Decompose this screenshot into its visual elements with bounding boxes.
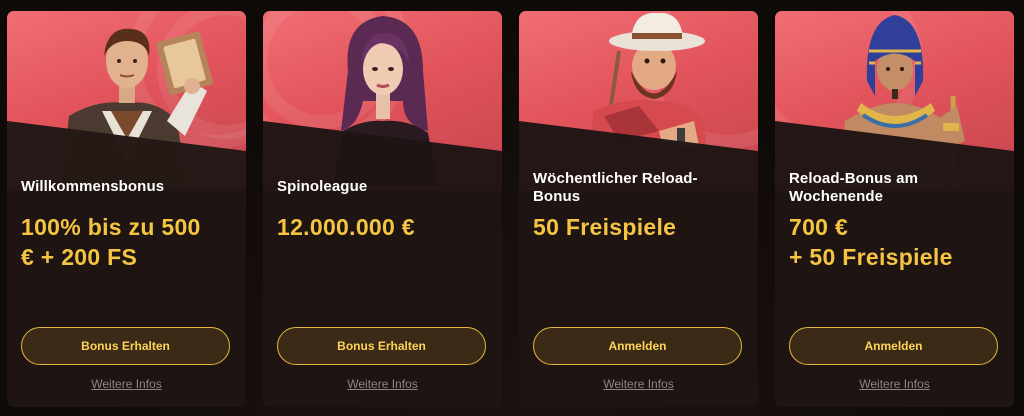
card-amount-line2: + 50 Freispiele [789,244,953,270]
card-amount-line2: € + 200 FS [21,244,138,270]
bonus-card-weekly-reload: Wöchentlicher Reload- Bonus 50 Freispiel… [519,11,758,407]
card-amount-line1: 12.000.000 € [277,214,415,240]
anmelden-button[interactable]: Anmelden [533,327,742,365]
card-title: Willkommensbonus [21,178,165,195]
card-title-line2: Wochenende [789,188,884,205]
anmelden-button[interactable]: Anmelden [789,327,998,365]
bonus-erhalten-button[interactable]: Bonus Erhalten [277,327,486,365]
more-info-link[interactable]: Weitere Infos [775,377,1014,391]
card-amount-line1: 700 € [789,214,849,240]
more-info-link[interactable]: Weitere Infos [263,377,502,391]
card-title-line1: Wöchentlicher Reload- [533,170,698,187]
card-title-line2: Bonus [533,188,581,205]
bonus-card-weekend-reload: Reload-Bonus am Wochenende 700 € + 50 Fr… [775,11,1014,407]
more-info-link[interactable]: Weitere Infos [7,377,246,391]
more-info-link[interactable]: Weitere Infos [519,377,758,391]
promotions-page: Willkommensbonus 100% bis zu 500 € + 200… [0,0,1024,416]
bonus-cards-row: Willkommensbonus 100% bis zu 500 € + 200… [7,11,1014,407]
bonus-card-welcome: Willkommensbonus 100% bis zu 500 € + 200… [7,11,246,407]
card-title: Spinoleague [277,178,368,195]
card-amount-line1: 100% bis zu 500 [21,214,201,240]
bonus-card-spinoleague: Spinoleague 12.000.000 € Bonus Erhalten … [263,11,502,407]
card-amount-line1: 50 Freispiele [533,214,677,240]
card-title-line1: Reload-Bonus am [789,170,919,187]
bonus-erhalten-button[interactable]: Bonus Erhalten [21,327,230,365]
